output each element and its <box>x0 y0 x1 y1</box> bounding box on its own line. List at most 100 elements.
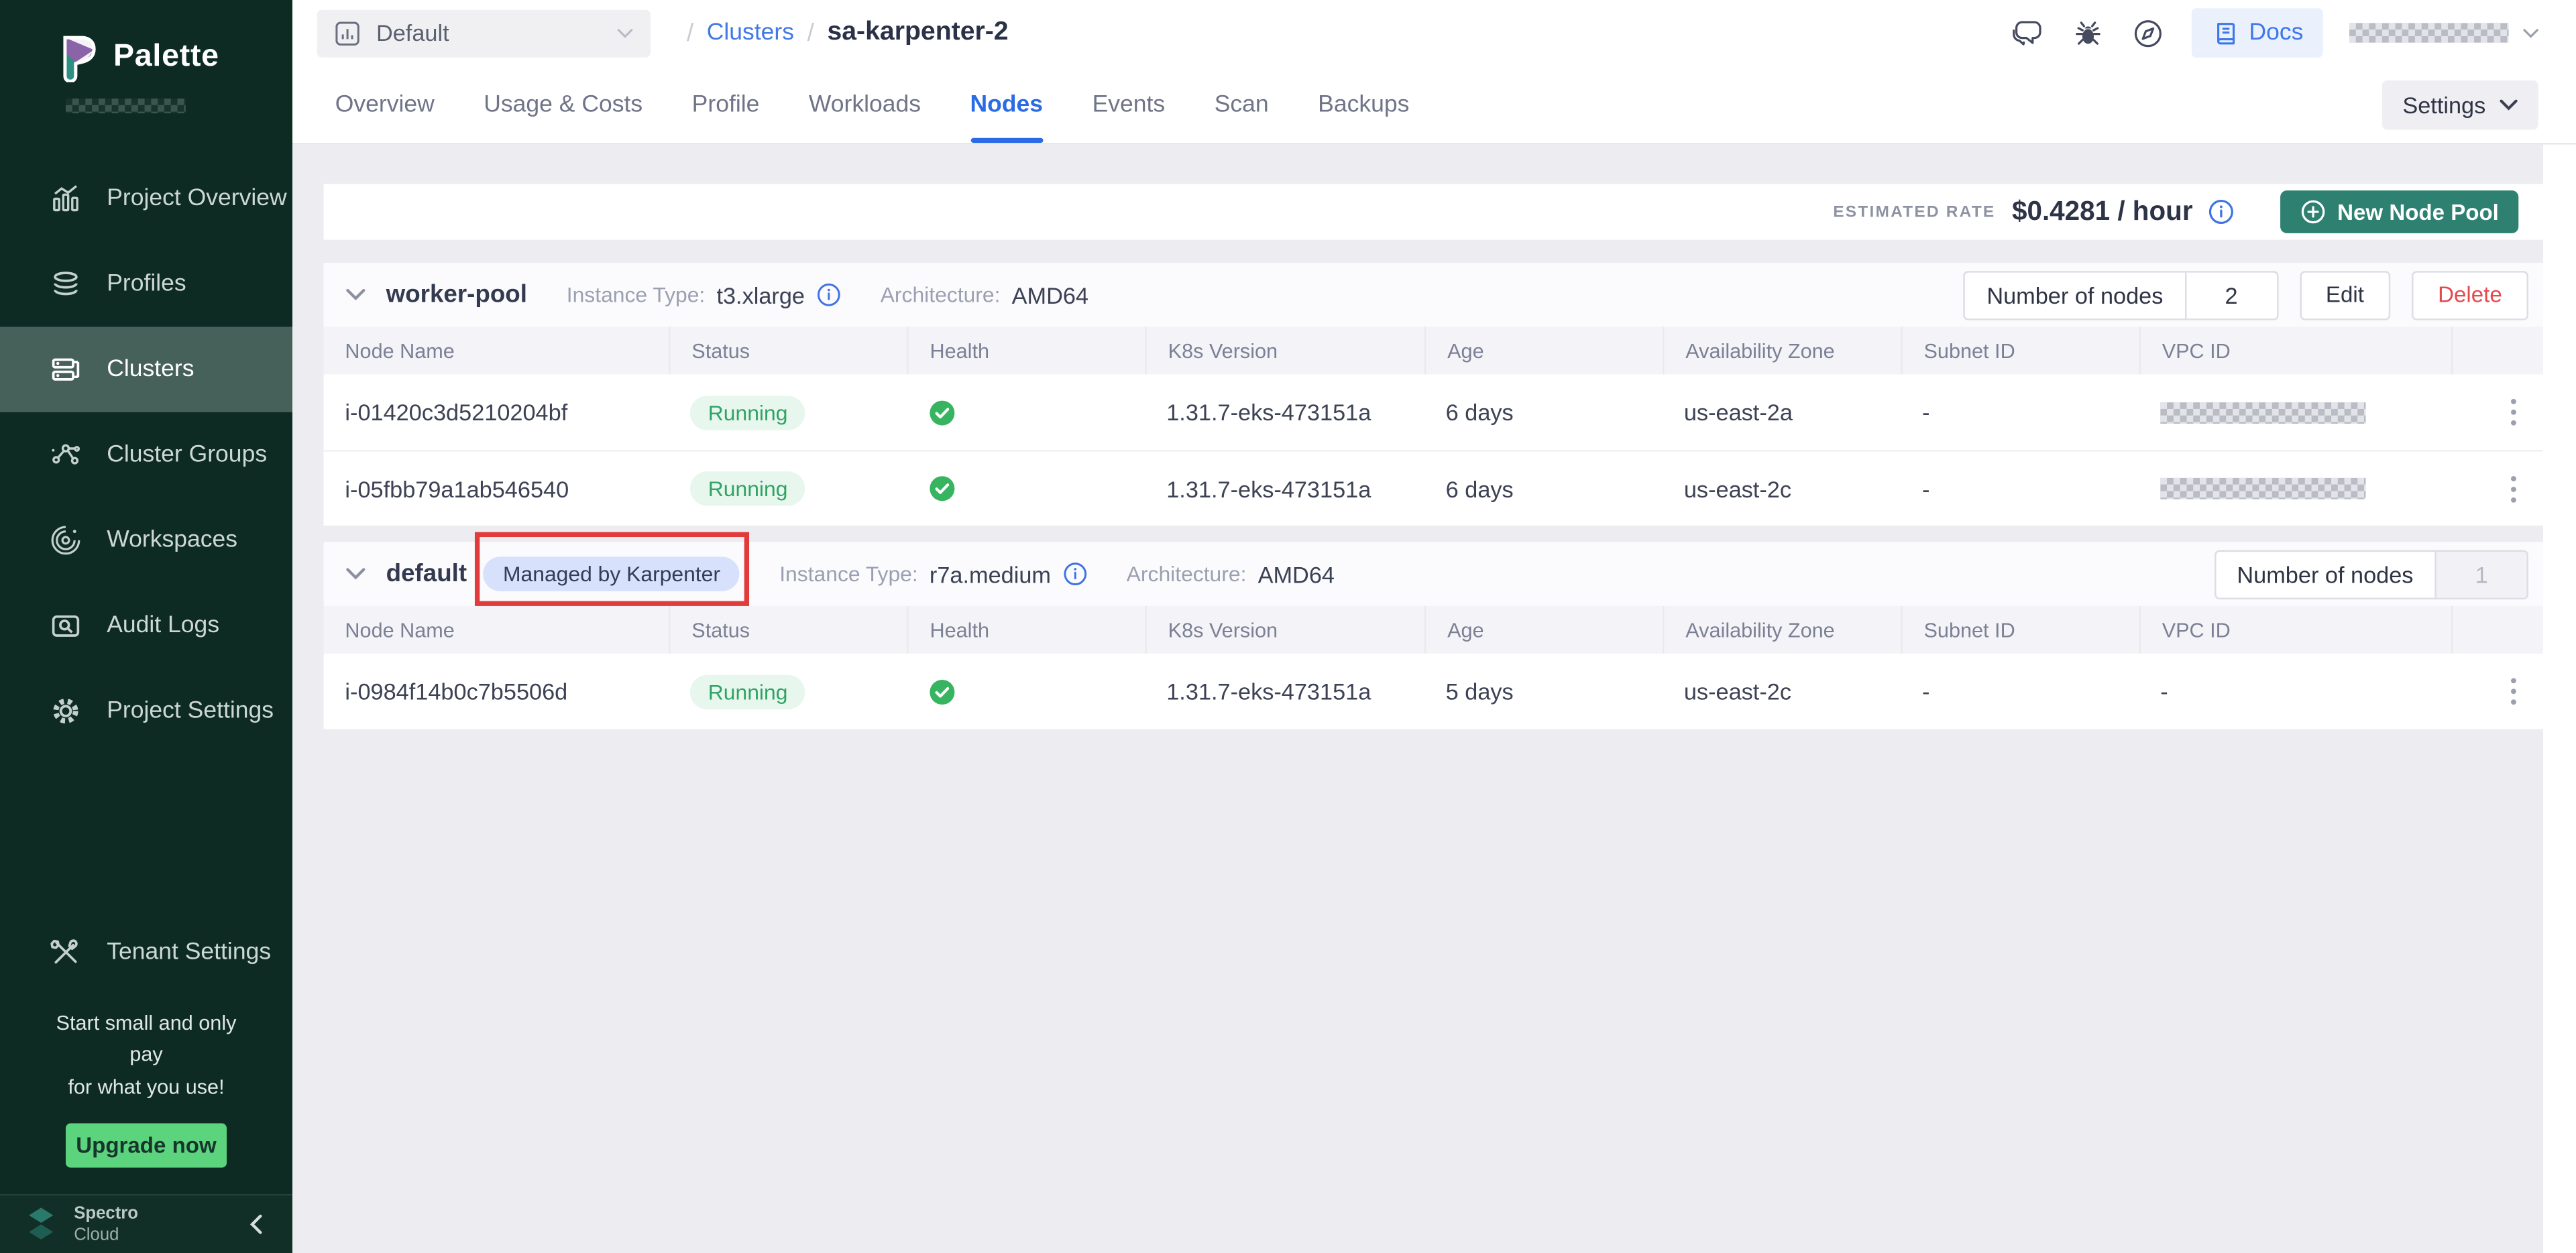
sidebar-item-project-overview[interactable]: Project Overview <box>0 156 292 241</box>
node-vpc <box>2139 478 2451 499</box>
sidebar-item-profiles[interactable]: Profiles <box>0 241 292 326</box>
tab-profile[interactable]: Profile <box>692 66 760 143</box>
col-health: Health <box>907 606 1145 654</box>
node-age: 5 days <box>1424 678 1663 705</box>
breadcrumb-separator: / <box>687 19 693 47</box>
sidebar: Palette Project Overview Profiles <box>0 0 292 1253</box>
col-vpc-id: VPC ID <box>2139 326 2451 374</box>
col-age: Age <box>1424 326 1663 374</box>
kebab-menu-icon[interactable] <box>2510 676 2517 706</box>
user-menu[interactable] <box>2349 23 2540 42</box>
delete-pool-button[interactable]: Delete <box>2412 270 2528 319</box>
architecture-label: Architecture: <box>881 282 1001 307</box>
docs-label: Docs <box>2249 19 2303 46</box>
sidebar-item-cluster-groups[interactable]: Cluster Groups <box>0 412 292 497</box>
collapse-caret-icon[interactable] <box>345 566 366 581</box>
kebab-menu-icon[interactable] <box>2510 474 2517 503</box>
info-icon[interactable] <box>2208 198 2234 225</box>
chat-icon[interactable] <box>2007 15 2045 50</box>
tab-scan[interactable]: Scan <box>1215 66 1269 143</box>
node-pool-worker: worker-pool Instance Type: t3.xlarge Arc… <box>324 263 2543 526</box>
col-health: Health <box>907 326 1145 374</box>
number-of-nodes-label: Number of nodes <box>1965 272 2184 318</box>
node-az: us-east-2a <box>1663 399 1901 425</box>
node-health <box>907 475 1145 503</box>
kebab-menu-icon[interactable] <box>2510 398 2517 427</box>
breadcrumb-current: sa-karpenter-2 <box>827 18 1008 48</box>
info-icon[interactable] <box>816 282 841 307</box>
tab-workloads[interactable]: Workloads <box>809 66 921 143</box>
new-node-pool-button[interactable]: New Node Pool <box>2280 190 2518 233</box>
chevron-down-icon <box>616 27 634 38</box>
project-chart-icon <box>333 19 361 47</box>
tab-nodes[interactable]: Nodes <box>970 66 1044 143</box>
layers-icon <box>49 267 82 300</box>
health-check-icon <box>928 475 956 503</box>
docs-book-icon <box>2211 19 2239 47</box>
number-of-nodes-value[interactable]: 2 <box>2184 272 2276 318</box>
col-actions <box>2451 606 2543 654</box>
node-k8s-version: 1.31.7-eks-473151a <box>1145 678 1424 705</box>
tab-overview[interactable]: Overview <box>335 66 435 143</box>
sidebar-item-clusters[interactable]: Clusters <box>0 326 292 412</box>
sidebar-collapse-icon[interactable] <box>249 1213 263 1235</box>
node-age: 6 days <box>1424 475 1663 501</box>
node-subnet: - <box>1901 475 2139 501</box>
sidebar-item-label: Workspaces <box>107 527 237 553</box>
col-vpc-id: VPC ID <box>2139 606 2451 654</box>
instance-type-label: Instance Type: <box>779 562 918 587</box>
orbit-icon <box>49 524 82 556</box>
sidebar-item-audit-logs[interactable]: Audit Logs <box>0 583 292 668</box>
edit-pool-button[interactable]: Edit <box>2300 270 2390 319</box>
node-vpc <box>2139 402 2451 423</box>
pool-header: worker-pool Instance Type: t3.xlarge Arc… <box>324 263 2543 327</box>
col-availability-zone: Availability Zone <box>1663 326 1901 374</box>
table-row: i-05fbb79a1ab546540 Running 1.31.7-eks-4… <box>324 450 2543 526</box>
number-of-nodes-control: Number of nodes 1 <box>2214 549 2528 598</box>
topbar-actions: Docs <box>2007 8 2540 57</box>
col-k8s-version: K8s Version <box>1145 326 1424 374</box>
upgrade-now-button[interactable]: Upgrade now <box>66 1124 227 1168</box>
collapse-caret-icon[interactable] <box>345 288 366 302</box>
node-status: Running <box>669 674 907 709</box>
project-selector[interactable]: Default <box>317 9 651 56</box>
tab-events[interactable]: Events <box>1093 66 1166 143</box>
col-availability-zone: Availability Zone <box>1663 606 1901 654</box>
sidebar-item-label: Project Overview <box>107 186 286 212</box>
sidebar-item-project-settings[interactable]: Project Settings <box>0 668 292 754</box>
col-subnet-id: Subnet ID <box>1901 606 2139 654</box>
sidebar-item-label: Cluster Groups <box>107 442 267 468</box>
redacted-vpc-id <box>2160 478 2365 499</box>
sidebar-item-tenant-settings[interactable]: Tenant Settings <box>0 910 292 995</box>
estimated-rate-value: $0.4281 / hour <box>2012 196 2193 228</box>
palette-logo-icon <box>56 33 99 82</box>
sidebar-item-label: Tenant Settings <box>107 939 271 965</box>
help-compass-icon[interactable] <box>2131 15 2165 50</box>
pool-name: worker-pool <box>386 281 527 309</box>
node-name: i-0984f14b0c7b5506d <box>324 678 669 705</box>
node-vpc: - <box>2139 678 2451 705</box>
breadcrumb-separator: / <box>807 19 814 47</box>
pool-name: default <box>386 560 467 588</box>
audit-search-icon <box>49 609 82 642</box>
col-status: Status <box>669 606 907 654</box>
sidebar-item-workspaces[interactable]: Workspaces <box>0 497 292 583</box>
main-area: Default / Clusters / sa-karpenter-2 <box>292 0 2576 1253</box>
settings-button[interactable]: Settings <box>2383 80 2538 129</box>
tab-backups[interactable]: Backups <box>1318 66 1409 143</box>
breadcrumb-clusters-link[interactable]: Clusters <box>707 19 794 46</box>
redacted-project-label <box>66 99 186 113</box>
karpenter-badge-wrap: Managed by Karpenter <box>484 556 740 591</box>
footer-brand-name: Spectro Cloud <box>74 1205 138 1244</box>
info-icon[interactable] <box>1062 562 1087 587</box>
node-pool-default: default Managed by Karpenter Instance Ty… <box>324 542 2543 729</box>
architecture-label: Architecture: <box>1127 562 1247 587</box>
breadcrumb: / Clusters / sa-karpenter-2 <box>687 18 1009 48</box>
app-root: Palette Project Overview Profiles <box>0 0 2576 1253</box>
new-node-pool-label: New Node Pool <box>2337 200 2499 225</box>
tab-usage-costs[interactable]: Usage & Costs <box>484 66 642 143</box>
sidebar-nav: Project Overview Profiles <box>0 156 292 754</box>
bug-report-icon[interactable] <box>2072 15 2105 50</box>
docs-button[interactable]: Docs <box>2192 8 2323 57</box>
rate-toolbar: ESTIMATED RATE $0.4281 / hour New Node P… <box>324 184 2543 239</box>
